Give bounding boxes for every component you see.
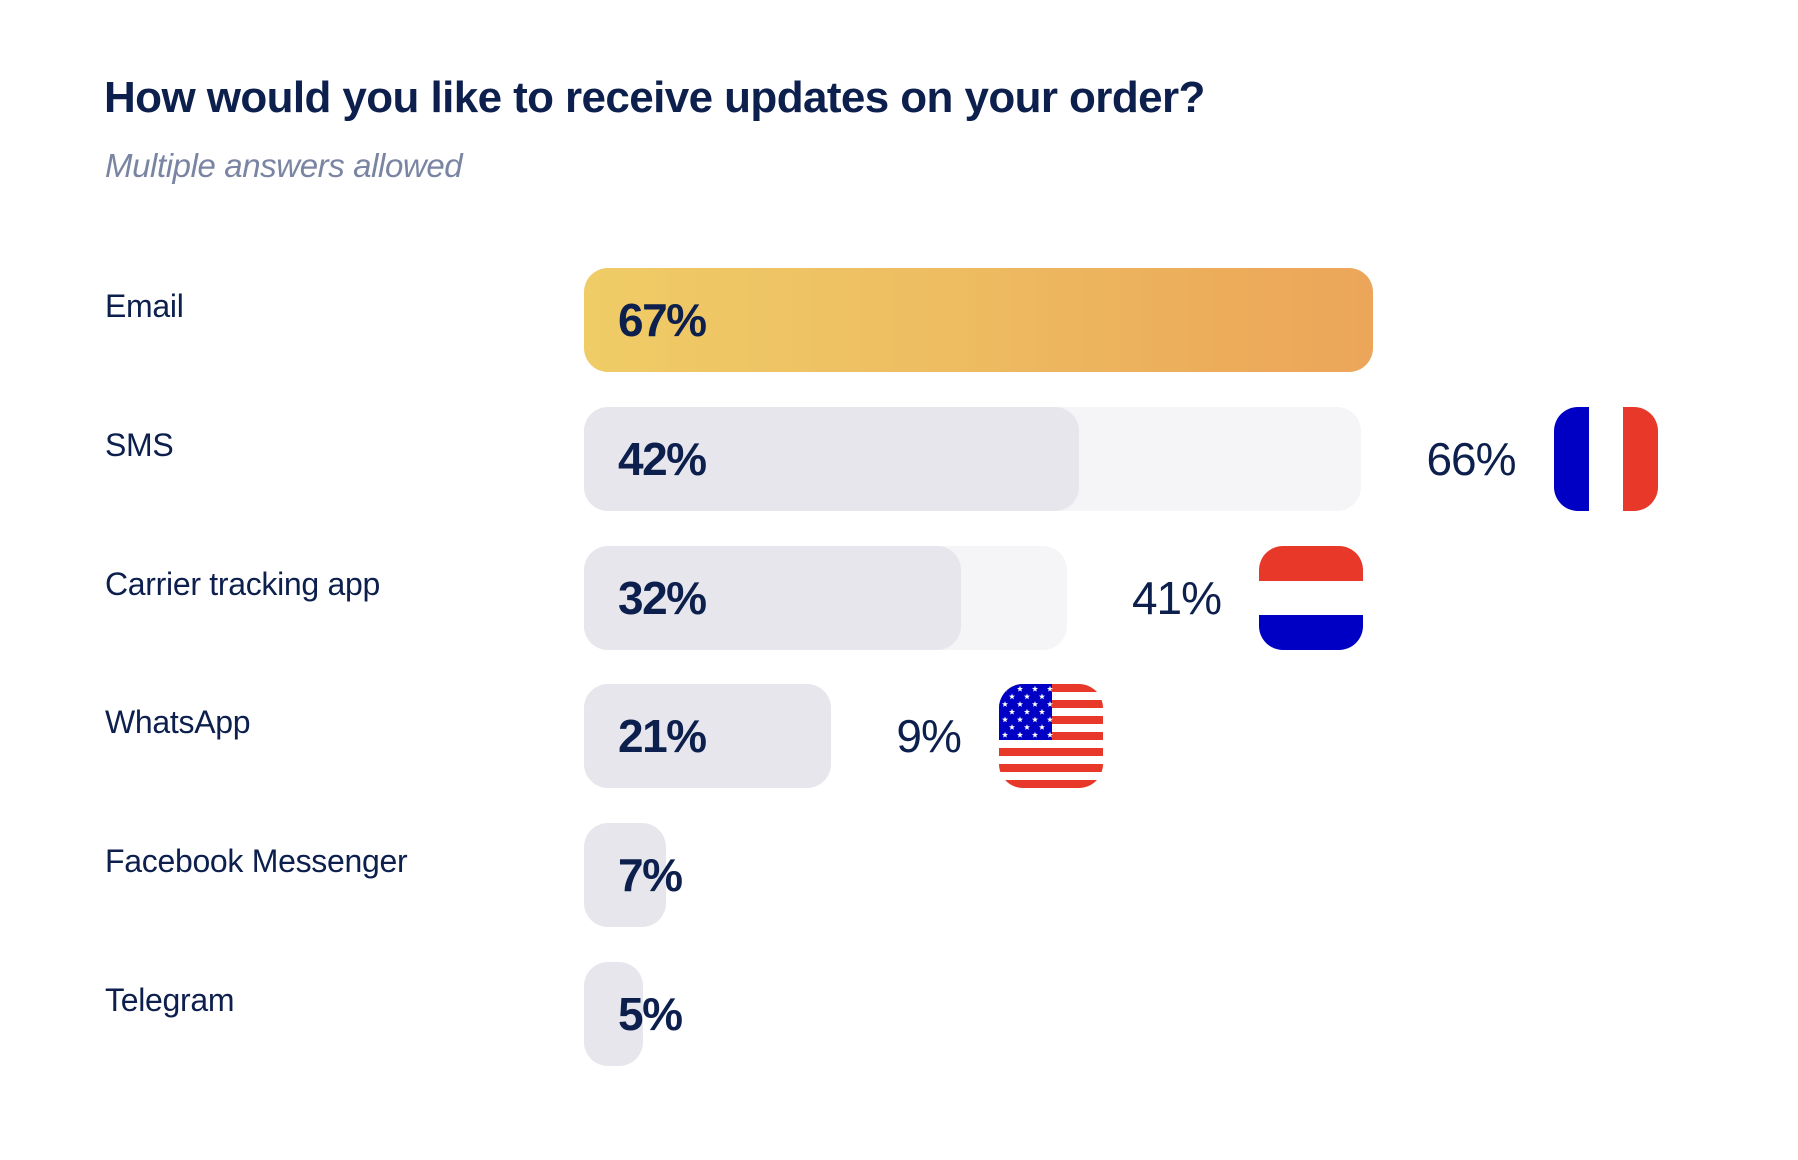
- bar-value-label: 67%: [618, 294, 707, 346]
- comparison-value-label: 66%: [1426, 432, 1516, 485]
- category-label: Carrier tracking app: [105, 565, 381, 602]
- bar-value-label: 42%: [618, 432, 707, 485]
- category-label: Telegram: [105, 982, 235, 1018]
- category-label: WhatsApp: [105, 704, 251, 741]
- bar-value-label: 21%: [618, 710, 707, 763]
- category-label: SMS: [105, 426, 174, 463]
- bar-value-label: 32%: [618, 571, 707, 624]
- bar-row-carrier-tracking-app: Carrier tracking app 32% 41%: [0, 545, 1798, 650]
- chart-title: How would you like to receive updates on…: [104, 73, 1205, 122]
- bar-row-whatsapp: WhatsApp 21% 9%: [0, 684, 1798, 789]
- comparison-value-label: 41%: [1131, 571, 1222, 624]
- netherlands-flag-icon: [1259, 545, 1364, 650]
- category-label: Email: [105, 288, 184, 324]
- bar-value-label: 7%: [618, 849, 683, 902]
- bar-row-facebook-messenger: Facebook Messenger 7%: [0, 823, 1798, 928]
- comparison-value-label: 9%: [896, 710, 961, 763]
- france-flag-icon: [1553, 406, 1658, 511]
- bar-value-label: 5%: [618, 988, 683, 1040]
- bar-row-sms: SMS 42% 66%: [0, 406, 1798, 511]
- chart-subtitle: Multiple answers allowed: [105, 147, 463, 184]
- bar-row-telegram: Telegram 5%: [0, 962, 1798, 1066]
- category-label: Facebook Messenger: [105, 843, 408, 880]
- bar-row-email: Email 67%: [0, 268, 1798, 372]
- us-flag-icon: [998, 684, 1103, 789]
